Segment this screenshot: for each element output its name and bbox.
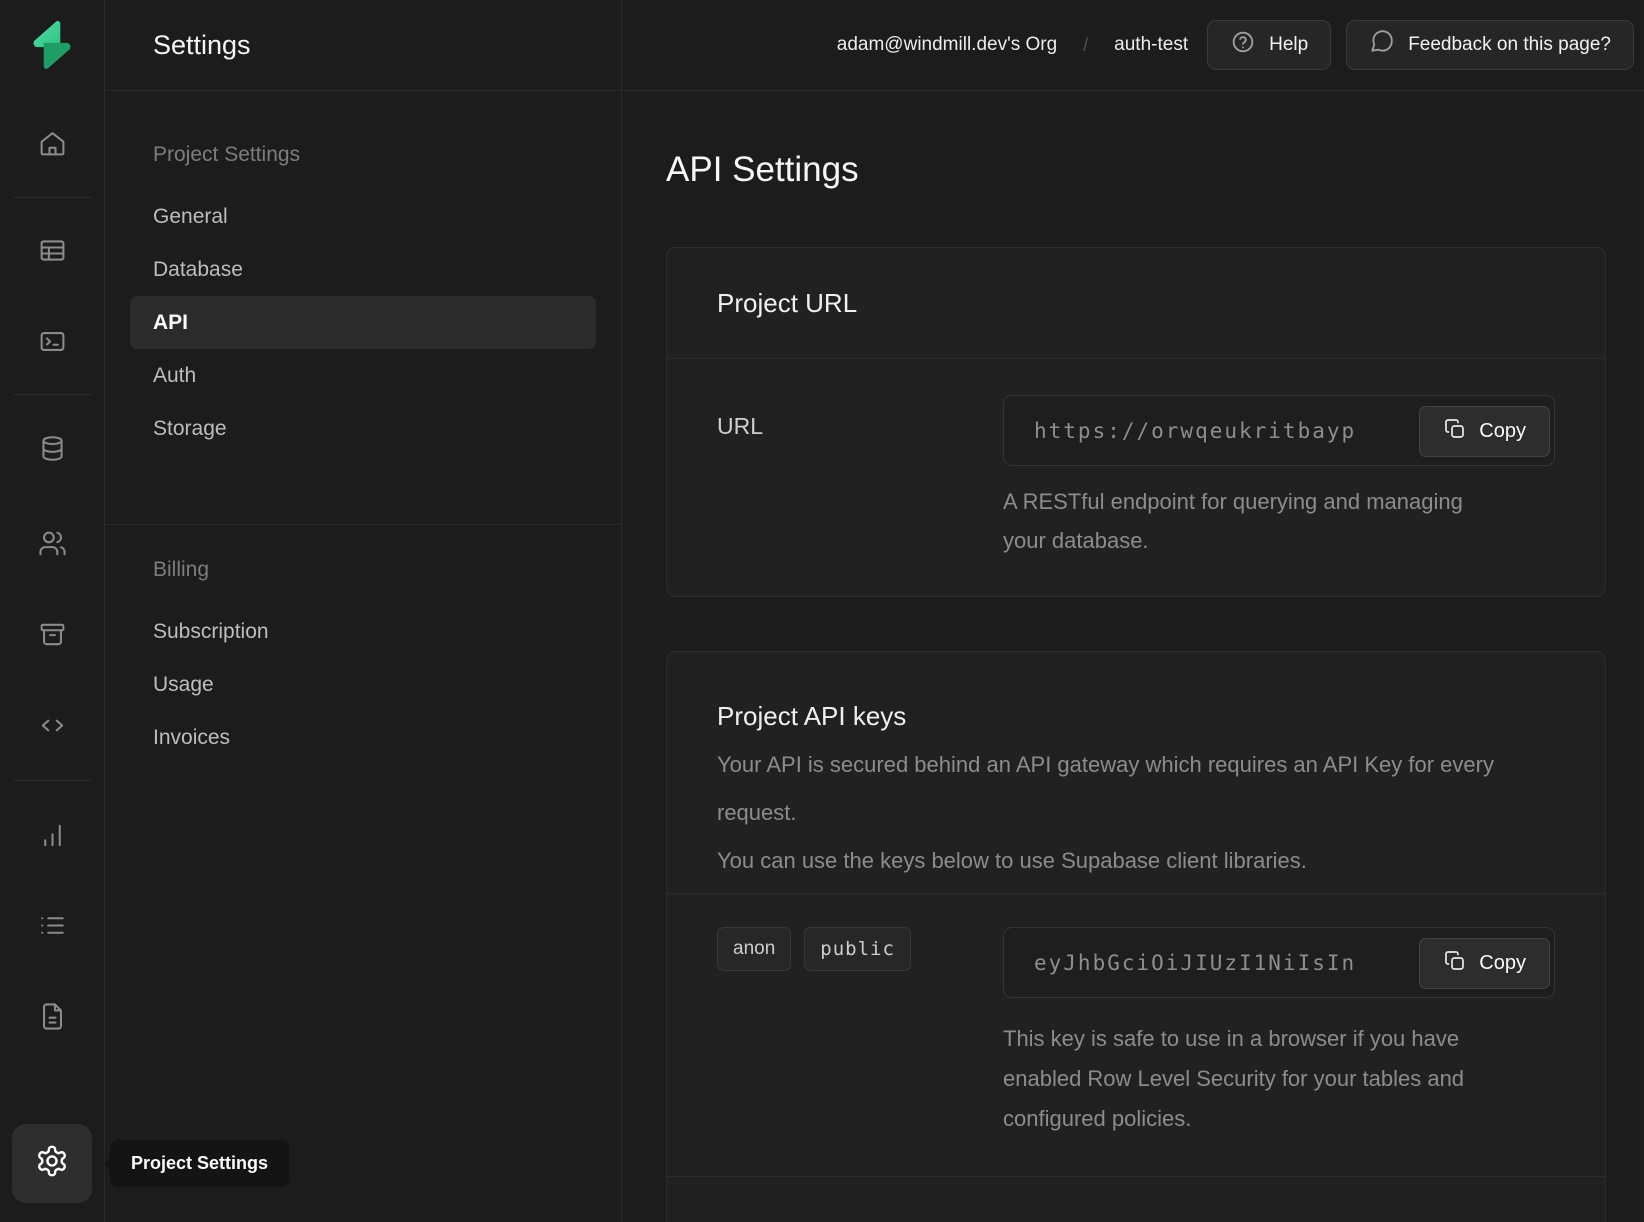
sidebar-item-sql-editor[interactable] [24,319,80,367]
breadcrumb-separator: / [1083,35,1088,56]
project-api-keys-card: Project API keys Your API is secured beh… [666,651,1606,1222]
copy-anon-key-button[interactable]: Copy [1419,938,1550,989]
nav-section-billing: Billing [130,544,596,596]
key-badges: anon public [717,927,1003,1139]
settings-sidebar-title: Settings [105,0,621,91]
copy-icon [1443,949,1467,979]
chat-bubble-icon [1369,29,1395,61]
project-url-description: A RESTful endpoint for querying and mana… [1003,482,1468,560]
sidebar-divider [14,780,91,781]
copy-url-button[interactable]: Copy [1419,406,1550,457]
anon-key-input[interactable]: eyJhbGciOiJIUzI1NiIsIn Copy [1003,927,1555,998]
breadcrumb-project[interactable]: auth-test [1114,34,1188,56]
page-title: API Settings [666,147,1644,193]
anon-key-value: eyJhbGciOiJIUzI1NiIsIn [1034,951,1356,975]
sidebar-section-divider [105,524,621,525]
api-keys-intro-line1: Your API is secured behind an API gatewa… [717,741,1512,837]
sidebar-item-reports[interactable] [24,813,80,861]
app-window: Project Settings Settings Project Settin… [0,0,1644,1222]
public-badge: public [804,927,911,971]
anon-badge: anon [717,927,791,971]
copy-icon [1443,417,1467,447]
copy-url-label: Copy [1479,420,1526,443]
anon-key-description: This key is safe to use in a browser if … [1003,1019,1513,1139]
project-url-card-title: Project URL [667,248,1605,359]
sidebar-item-edge-functions[interactable] [24,703,80,751]
storage-icon [38,620,67,652]
help-circle-icon [1230,29,1256,61]
settings-content: API Settings Project URL URL https://orw… [622,91,1644,1222]
supabase-bolt-icon[interactable] [25,18,79,72]
main-area: adam@windmill.dev's Org / auth-test Help… [622,0,1644,1222]
sidebar-item-usage[interactable]: Usage [130,658,596,711]
settings-sidebar: Settings Project Settings General Databa… [105,0,622,1222]
sidebar-item-storage[interactable]: Storage [130,402,596,455]
sidebar-item-auth[interactable]: Auth [130,349,596,402]
sidebar-item-home[interactable] [24,121,80,169]
sidebar-item-docs[interactable] [24,994,80,1042]
sidebar-item-project-settings[interactable] [12,1124,92,1203]
reports-icon [38,821,67,853]
nav-section-project-settings: Project Settings [130,129,596,181]
sidebar-item-storage[interactable] [24,612,80,660]
sidebar-item-subscription[interactable]: Subscription [130,605,596,658]
breadcrumb-org[interactable]: adam@windmill.dev's Org [837,34,1057,56]
sidebar-item-database[interactable]: Database [130,243,596,296]
sidebar-item-invoices[interactable]: Invoices [130,711,596,764]
icon-sidebar [0,0,105,1222]
docs-icon [38,1002,67,1034]
project-url-value: https://orwqeukritbayp [1034,419,1356,443]
api-keys-intro-line2: You can use the keys below to use Supaba… [717,837,1512,885]
edge-functions-icon [38,711,67,743]
home-icon [38,129,67,161]
breadcrumb: adam@windmill.dev's Org / auth-test [837,34,1188,56]
feedback-button-label: Feedback on this page? [1408,34,1611,56]
settings-nav: Project Settings General Database API Au… [105,91,621,764]
sidebar-item-auth[interactable] [24,521,80,569]
next-key-section-stub [667,1177,1605,1222]
table-editor-icon [38,236,67,268]
project-settings-tooltip: Project Settings [110,1140,289,1187]
auth-users-icon [38,529,67,561]
database-icon [38,434,67,466]
logs-icon [38,911,67,943]
help-button-label: Help [1269,34,1308,56]
url-field-label: URL [717,395,1003,560]
sidebar-item-table-editor[interactable] [24,228,80,276]
project-url-card: Project URL URL https://orwqeukritbayp C… [666,247,1606,597]
help-button[interactable]: Help [1207,20,1331,70]
sidebar-item-logs[interactable] [24,903,80,951]
top-bar: adam@windmill.dev's Org / auth-test Help… [622,0,1644,91]
sidebar-divider [14,394,91,395]
feedback-button[interactable]: Feedback on this page? [1346,20,1634,70]
sidebar-item-api[interactable]: API [130,296,596,349]
copy-anon-key-label: Copy [1479,952,1526,975]
project-url-input[interactable]: https://orwqeukritbayp Copy [1003,395,1555,466]
sql-editor-icon [38,327,67,359]
sidebar-item-database[interactable] [24,426,80,474]
sidebar-item-general[interactable]: General [130,190,596,243]
project-api-keys-title: Project API keys [717,699,1555,733]
sidebar-divider [14,197,91,198]
settings-gear-icon [35,1144,69,1183]
